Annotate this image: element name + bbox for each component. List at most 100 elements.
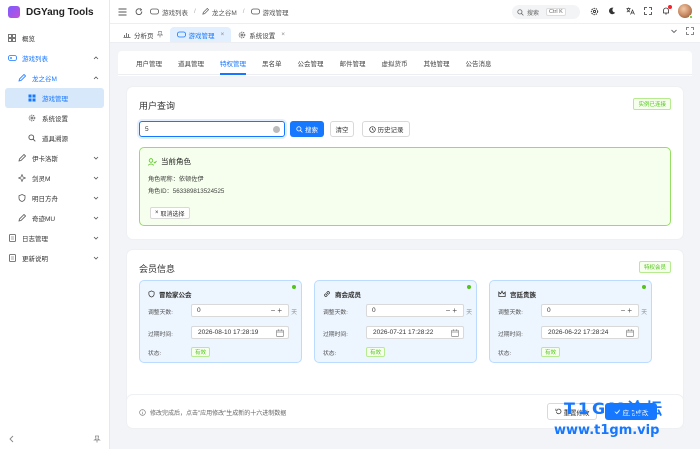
sparkle-icon <box>17 173 27 183</box>
refresh-icon[interactable] <box>133 6 145 18</box>
gamepad-icon <box>7 53 17 63</box>
active-dot <box>467 285 471 289</box>
tab-analytics[interactable]: 分析页 <box>116 27 170 42</box>
page-tabs: 分析页 游戏管理 × 系统设置 × <box>110 24 700 43</box>
breadcrumb-item[interactable]: 游戏列表 <box>162 7 188 17</box>
user-query-input[interactable]: 5 <box>139 121 285 137</box>
notification-bell-icon[interactable] <box>660 5 672 17</box>
clear-input-icon[interactable] <box>273 126 280 133</box>
history-button[interactable]: 历史记录 <box>362 121 410 137</box>
search-button-label: 搜索 <box>305 127 318 134</box>
gear-icon <box>27 113 37 123</box>
tab-label: 分析页 <box>134 32 154 40</box>
adjust-days-label: 调整天数: <box>323 310 348 316</box>
sidebar-item-label: 奇迹MU <box>32 216 56 223</box>
notification-dot <box>668 5 672 9</box>
adjust-days-input[interactable]: 0 −+ <box>541 304 639 317</box>
chevron-down-icon <box>93 196 99 200</box>
expire-time-picker[interactable]: 2026-07-21 17:28:22 <box>366 326 464 339</box>
sidebar: DGYang Tools 概览 游戏列表 龙之谷M 游戏管理 系统设置 道具溯源 <box>0 0 110 449</box>
gamepad-icon <box>250 8 260 15</box>
sidebar-item-overview[interactable]: 概览 <box>0 28 109 48</box>
sidebar-item-mu[interactable]: 奇迹MU <box>0 208 109 228</box>
sidebar-item-label: 剑灵M <box>32 176 51 183</box>
pin-sidebar-icon[interactable] <box>93 435 101 443</box>
sidebar-item-changelog[interactable]: 更新说明 <box>0 248 109 268</box>
subtab-privilege-manage[interactable]: 特权管理 <box>212 51 254 75</box>
sidebar-item-label: 系统设置 <box>42 116 68 123</box>
expire-time-picker[interactable]: 2026-06-22 17:28:24 <box>541 326 639 339</box>
reset-changes-button[interactable]: 重置修改 <box>547 403 597 420</box>
sidebar-item-game-manage[interactable]: 游戏管理 <box>5 88 104 108</box>
subtab-item-manage[interactable]: 道具管理 <box>170 51 212 75</box>
search-icon <box>27 133 37 143</box>
search-button[interactable]: 搜索 <box>290 121 324 137</box>
sidebar-item-dragon-nest-m[interactable]: 龙之谷M <box>0 68 109 88</box>
maximize-icon[interactable] <box>686 27 694 35</box>
dark-mode-icon[interactable] <box>606 5 618 17</box>
online-indicator <box>689 15 693 19</box>
tab-system-settings[interactable]: 系统设置 × <box>231 27 292 42</box>
search-label: 搜索 <box>527 10 540 17</box>
stepper-buttons[interactable]: −+ <box>271 306 284 315</box>
apply-changes-button[interactable]: 应用修改 <box>605 403 657 420</box>
gamepad-icon <box>176 31 186 38</box>
chevron-down-icon <box>93 236 99 240</box>
fullscreen-icon[interactable] <box>642 5 654 17</box>
privilege-content: 用户查询 实例已连接 5 搜索 清空 历史记录 当前角色 角色昵称：依顿佐伊 角… <box>118 76 692 449</box>
subtab-mail-manage[interactable]: 邮件管理 <box>332 51 374 75</box>
days-unit: 天 <box>291 310 297 316</box>
member-info-card: 会员信息 特权会员 冒险家公会 调整天数: 0 −+ 天 过期时间: 2026-… <box>127 250 683 414</box>
adjust-days-input[interactable]: 0 −+ <box>191 304 289 317</box>
stepper-buttons[interactable]: −+ <box>446 306 459 315</box>
subtab-blacklist[interactable]: 黑名单 <box>254 51 290 75</box>
user-avatar[interactable] <box>678 4 693 19</box>
adjust-days-label: 调整天数: <box>148 310 173 316</box>
subtab-announcements[interactable]: 公告消息 <box>458 51 500 75</box>
stepper-buttons[interactable]: −+ <box>621 306 634 315</box>
sidebar-nav: 概览 游戏列表 龙之谷M 游戏管理 系统设置 道具溯源 伊卡洛斯 剑灵M 明日方… <box>0 24 109 272</box>
undo-icon <box>555 408 562 415</box>
translate-icon[interactable] <box>624 5 636 17</box>
user-check-icon <box>148 157 157 166</box>
close-icon[interactable]: × <box>221 31 225 38</box>
member-card-court-noble: 宫廷贵族 调整天数: 0 −+ 天 过期时间: 2026-06-22 17:28… <box>489 280 652 363</box>
sidebar-item-icarus[interactable]: 伊卡洛斯 <box>0 148 109 168</box>
pin-icon[interactable] <box>156 31 163 38</box>
menu-toggle-icon[interactable] <box>116 6 128 18</box>
cancel-selection-button[interactable]: × 取消选择 <box>150 207 190 219</box>
sidebar-item-logs[interactable]: 日志管理 <box>0 228 109 248</box>
close-icon[interactable]: × <box>281 31 285 38</box>
clear-button[interactable]: 清空 <box>330 121 354 137</box>
subtab-user-manage[interactable]: 用户管理 <box>128 51 170 75</box>
pen-icon <box>17 73 27 83</box>
chevron-down-icon[interactable] <box>670 27 678 35</box>
status-badge: 有效 <box>191 347 211 357</box>
sidebar-item-item-trace[interactable]: 道具溯源 <box>0 128 109 148</box>
status-label: 状态: <box>498 351 512 357</box>
adjust-days-input[interactable]: 0 −+ <box>366 304 464 317</box>
sidebar-item-arknights[interactable]: 明日方舟 <box>0 188 109 208</box>
calendar-icon <box>451 329 459 337</box>
instance-connected-badge: 实例已连接 <box>633 98 671 110</box>
collapse-sidebar-icon[interactable] <box>8 435 16 443</box>
sidebar-item-game-list[interactable]: 游戏列表 <box>0 48 109 68</box>
badge-label: 实例已连接 <box>638 102 666 108</box>
breadcrumb-item[interactable]: 龙之谷M <box>212 7 237 17</box>
settings-icon[interactable] <box>588 5 600 17</box>
user-query-card: 用户查询 实例已连接 5 搜索 清空 历史记录 当前角色 角色昵称：依顿佐伊 角… <box>127 87 683 239</box>
subtab-virtual-currency[interactable]: 虚拟货币 <box>374 51 416 75</box>
expire-time-picker[interactable]: 2026-08-10 17:28:19 <box>191 326 289 339</box>
tab-game-manage[interactable]: 游戏管理 × <box>169 27 232 42</box>
dashboard-icon <box>7 33 17 43</box>
sidebar-item-system-settings[interactable]: 系统设置 <box>0 108 109 128</box>
active-dot <box>642 285 646 289</box>
active-dot <box>292 285 296 289</box>
expire-time-label: 过期时间: <box>148 332 173 338</box>
global-search[interactable]: 搜索 Ctrl K <box>512 5 580 19</box>
subtab-guild-manage[interactable]: 公会管理 <box>290 51 332 75</box>
app-logo[interactable]: DGYang Tools <box>0 0 109 24</box>
sidebar-item-blade-soul-m[interactable]: 剑灵M <box>0 168 109 188</box>
sidebar-item-label: 伊卡洛斯 <box>32 156 58 163</box>
subtab-other-manage[interactable]: 其他管理 <box>416 51 458 75</box>
